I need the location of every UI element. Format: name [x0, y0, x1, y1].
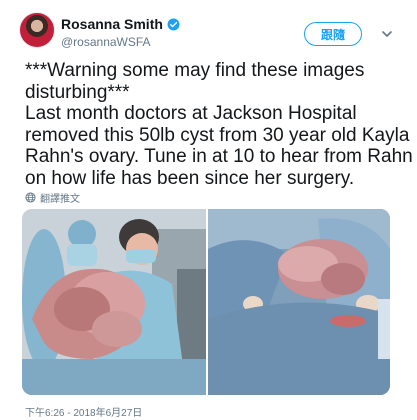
- tweet-text-line: removed this 50lb cyst from 30 year old …: [25, 124, 410, 146]
- tweet-text-line: disturbing***: [25, 81, 130, 103]
- media-grid: [22, 209, 390, 395]
- tweet-text: ***Warning some may find these images di…: [25, 60, 413, 189]
- tweet-header: Rosanna Smith @rosannaWSFA 跟隨: [0, 0, 417, 56]
- globe-icon: [25, 191, 36, 203]
- surgery-photo-right[interactable]: [208, 209, 390, 395]
- surgery-photo-right-illustration: [208, 209, 390, 395]
- display-name[interactable]: Rosanna Smith: [61, 16, 163, 32]
- tweet-text-line: Last month doctors at Jackson Hospital: [25, 103, 357, 124]
- tweet-timestamp[interactable]: 下午6:26 - 2018年6月27日: [25, 404, 142, 419]
- tweet-text-line: ***Warning some may find these images: [25, 60, 365, 81]
- tweet-text-line: on how life has been since her surgery.: [25, 167, 355, 189]
- chevron-down-icon[interactable]: [380, 27, 394, 41]
- surgery-photo-left-illustration: [22, 209, 206, 395]
- avatar[interactable]: [19, 12, 55, 48]
- translate-tweet-link[interactable]: 翻譯推文: [25, 190, 80, 205]
- surgery-photo-left[interactable]: [22, 209, 206, 395]
- user-handle[interactable]: @rosannaWSFA: [61, 35, 151, 49]
- follow-button[interactable]: 跟隨: [304, 22, 362, 46]
- verified-badge-icon: [167, 18, 180, 30]
- name-row: Rosanna Smith: [61, 15, 180, 33]
- tweet-text-line: Rahn's ovary. Tune in at 10 to hear from…: [25, 146, 413, 167]
- translate-label: 翻譯推文: [40, 193, 80, 205]
